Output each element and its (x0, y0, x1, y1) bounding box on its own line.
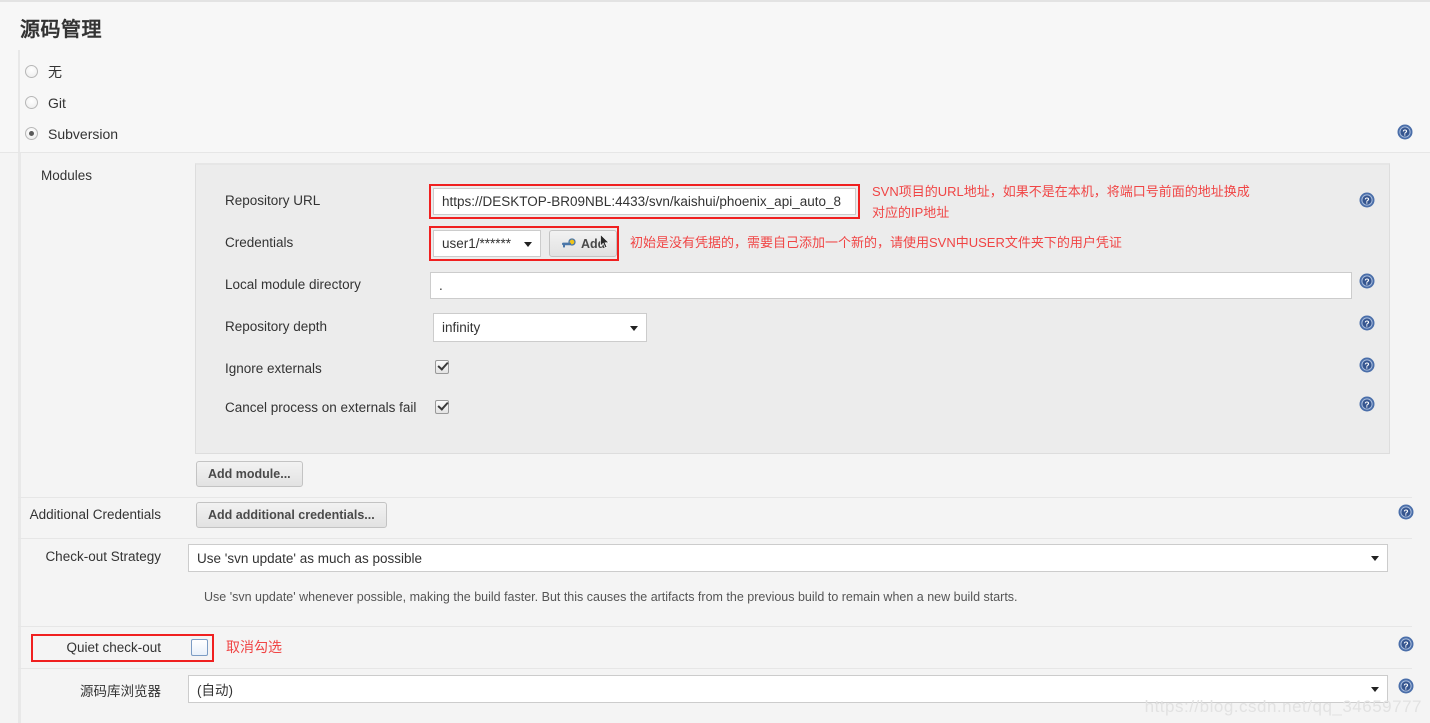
left-accent-bar (18, 153, 21, 723)
key-icon (561, 237, 576, 250)
page-title: 源码管理 (20, 19, 102, 41)
chevron-down-icon-repository-browser (1371, 687, 1379, 692)
credentials-select-value: user1/****** (442, 236, 512, 251)
divider-checkout-strategy (18, 538, 1412, 539)
checkout-strategy-description: Use 'svn update' whenever possible, maki… (204, 590, 1018, 604)
repository-url-annotation-line2: 对应的IP地址 (872, 205, 950, 220)
help-icon-local-module-directory[interactable]: ? (1359, 273, 1375, 289)
modules-section-label: Modules (41, 168, 93, 183)
chevron-down-icon-credentials (524, 241, 532, 247)
divider-additional-credentials (18, 497, 1412, 498)
svg-text:?: ? (1403, 682, 1408, 692)
repository-depth-label: Repository depth (225, 319, 328, 334)
svg-text:?: ? (1364, 319, 1369, 329)
add-additional-credentials-button-label: Add additional credentials... (208, 508, 375, 522)
cancel-process-on-externals-fail-checkbox[interactable] (435, 400, 449, 414)
checkout-strategy-value: Use 'svn update' as much as possible (197, 550, 423, 566)
radio-subversion[interactable] (25, 127, 38, 140)
help-icon-quiet-checkout[interactable]: ? (1398, 636, 1414, 652)
credentials-select[interactable]: user1/****** (433, 230, 541, 257)
watermark: https://blog.csdn.net/qq_34659777 (1144, 697, 1422, 716)
additional-credentials-label: Additional Credentials (29, 507, 161, 522)
help-icon-cancel-process[interactable]: ? (1359, 396, 1375, 412)
divider-repository-browser (18, 668, 1412, 669)
scm-option-none-label: 无 (48, 63, 62, 80)
help-icon-additional-credentials[interactable]: ? (1398, 504, 1414, 520)
radio-none[interactable] (25, 65, 38, 78)
local-module-directory-input[interactable] (430, 272, 1352, 299)
svg-text:?: ? (1403, 508, 1408, 518)
repository-depth-value: infinity (442, 320, 481, 335)
scm-option-none[interactable]: 无 (20, 56, 1412, 87)
help-icon-repository-url[interactable]: ? (1359, 192, 1375, 208)
help-icon-repository-browser[interactable]: ? (1398, 678, 1414, 694)
mouse-cursor-icon (600, 234, 610, 249)
scm-configuration-page: 源码管理 无 Git Subversion ? Modules Reposito… (0, 0, 1430, 723)
repository-url-label: Repository URL (225, 193, 321, 208)
repository-url-annotation-line1: SVN项目的URL地址，如果不是在本机，将端口号前面的地址换成 (872, 184, 1250, 199)
repository-depth-select[interactable]: infinity (433, 313, 647, 342)
svg-text:?: ? (1364, 196, 1369, 206)
chevron-down-icon-checkout-strategy (1371, 556, 1379, 561)
quiet-checkout-checkbox[interactable] (191, 639, 208, 656)
cancel-process-on-externals-fail-label: Cancel process on externals fail (225, 400, 417, 415)
scm-option-git-label: Git (48, 94, 66, 111)
help-icon-repository-depth[interactable]: ? (1359, 315, 1375, 331)
credentials-annotation: 初始是没有凭据的，需要自己添加一个新的，请使用SVN中USER文件夹下的用户凭证 (630, 235, 1122, 250)
svg-text:?: ? (1364, 277, 1369, 287)
ignore-externals-checkbox[interactable] (435, 360, 449, 374)
repository-url-input[interactable] (433, 188, 856, 215)
divider-quiet-checkout (18, 626, 1412, 627)
help-icon-subversion[interactable]: ? (1397, 124, 1413, 140)
repository-browser-label: 源码库浏览器 (80, 684, 161, 699)
quiet-checkout-annotation: 取消勾选 (226, 639, 282, 655)
svg-text:?: ? (1402, 128, 1407, 138)
help-icon-ignore-externals[interactable]: ? (1359, 357, 1375, 373)
checkout-strategy-label: Check-out Strategy (45, 549, 161, 564)
chevron-down-icon-repository-depth (630, 325, 638, 331)
svg-text:?: ? (1364, 400, 1369, 410)
ignore-externals-label: Ignore externals (225, 361, 322, 376)
svg-text:?: ? (1403, 640, 1408, 650)
scm-option-git[interactable]: Git (20, 87, 1412, 118)
credentials-label: Credentials (225, 235, 294, 250)
scm-option-subversion[interactable]: Subversion (20, 118, 1412, 149)
repository-browser-value: (自动) (197, 683, 233, 698)
quiet-checkout-label: Quiet check-out (66, 640, 161, 655)
scm-option-subversion-label: Subversion (48, 125, 119, 142)
checkout-strategy-select[interactable]: Use 'svn update' as much as possible (188, 544, 1388, 572)
radio-git[interactable] (25, 96, 38, 109)
scm-type-radio-group: 无 Git Subversion (18, 50, 1412, 155)
local-module-directory-label: Local module directory (225, 277, 361, 292)
add-module-button-label: Add module... (208, 467, 291, 481)
add-additional-credentials-button[interactable]: Add additional credentials... (196, 502, 387, 528)
svg-text:?: ? (1364, 361, 1369, 371)
add-module-button[interactable]: Add module... (196, 461, 303, 487)
